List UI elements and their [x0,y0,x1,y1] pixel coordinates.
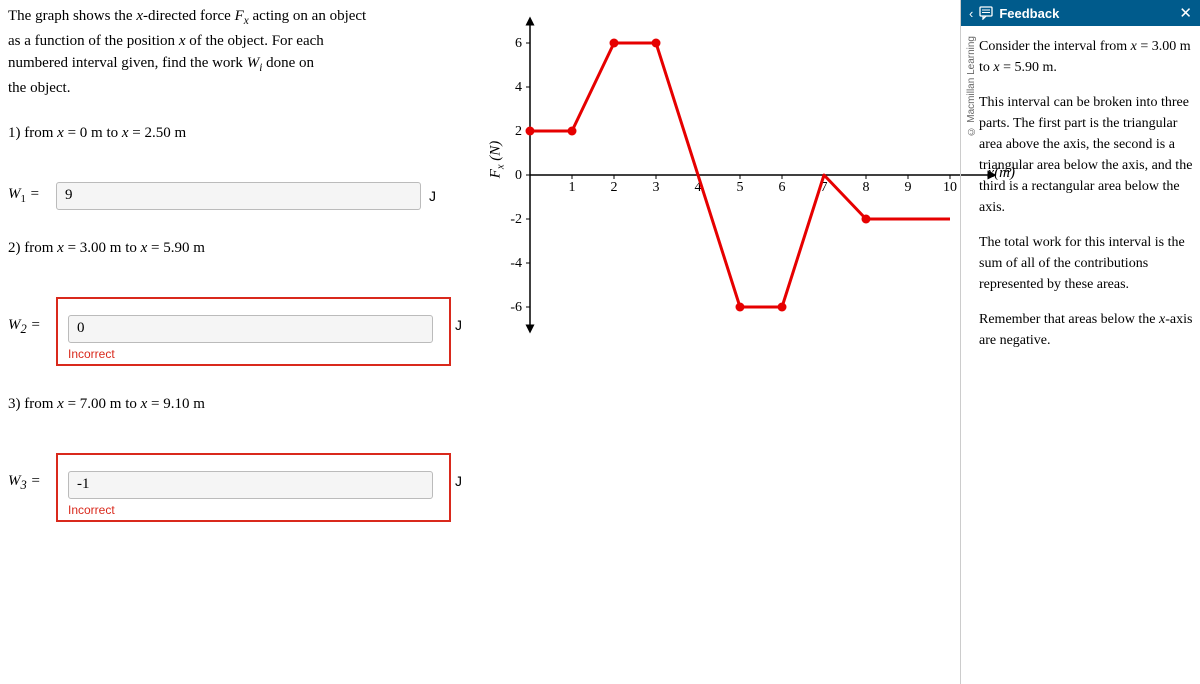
incorrect-box-3: Incorrect [56,453,451,522]
intro-text: -directed force [143,8,235,24]
answer-row-2: W2 = Incorrect J [8,297,458,366]
var-Fx: Fx [235,8,249,24]
w3-label: W3 = [8,473,41,493]
question-panel: The graph shows the x-directed force Fx … [8,5,458,542]
svg-text:10: 10 [943,180,957,195]
var-Wi: Wi [247,55,263,71]
graph-svg: 6420-2-4-612345678910 [480,10,1040,340]
feedback-header: ‹ Feedback ✕ [961,0,1200,26]
feedback-panel: ‹ Feedback ✕ © Macmillan Learning Consid… [960,0,1200,684]
svg-text:5: 5 [737,180,744,195]
feedback-title: Feedback [999,6,1173,21]
feedback-p1: Consider the interval from x = 3.00 m to… [979,36,1194,78]
feedback-icon [979,6,993,20]
var-x: x [136,8,143,24]
answer-row-1: W1 = J [8,182,458,210]
svg-text:2: 2 [611,180,618,195]
interval-3-label: 3) from x = 7.00 m to x = 9.10 m [8,396,458,413]
svg-text:2: 2 [515,124,522,139]
w2-unit: J [455,317,462,333]
svg-text:9: 9 [905,180,912,195]
svg-text:4: 4 [515,80,522,95]
w1-input[interactable] [56,182,421,210]
incorrect-label-2: Incorrect [68,347,439,361]
w3-input[interactable] [68,471,433,499]
w3-unit: J [455,473,462,489]
intro-text: the object. [8,80,70,96]
incorrect-label-3: Incorrect [68,503,439,517]
feedback-p4: Remember that areas below the x-axis are… [979,309,1194,351]
svg-text:8: 8 [863,180,870,195]
svg-text:-6: -6 [510,300,522,315]
feedback-p2: This interval can be broken into three p… [979,92,1194,218]
svg-text:0: 0 [515,168,522,183]
intro-text: as a function of the position [8,33,179,49]
copyright-text: © Macmillan Learning [964,36,979,137]
svg-text:-4: -4 [510,256,522,271]
answer-row-3: W3 = Incorrect J [8,453,458,522]
problem-intro: The graph shows the x-directed force Fx … [8,5,458,100]
feedback-collapse-icon[interactable]: ‹ [969,6,973,21]
force-position-graph: Fx (N) x(m) 6420-2-4-612345678910 [480,10,1040,340]
w2-label: W2 = [8,317,41,337]
interval-2-label: 2) from x = 3.00 m to x = 5.90 m [8,240,458,257]
feedback-body: © Macmillan Learning Consider the interv… [961,26,1200,375]
svg-text:6: 6 [779,180,786,195]
w1-label: W1 = [8,186,48,205]
incorrect-box-2: Incorrect [56,297,451,366]
intro-text: numbered interval given, find the work [8,55,247,71]
w1-unit: J [429,188,436,204]
intro-text: The graph shows the [8,8,136,24]
svg-text:-2: -2 [510,212,522,227]
w2-input[interactable] [68,315,433,343]
intro-text: acting on an object [249,8,366,24]
svg-text:6: 6 [515,36,522,51]
y-axis-label: Fx (N) [487,141,506,179]
feedback-close-icon[interactable]: ✕ [1179,4,1192,22]
intro-text: done on [262,55,314,71]
svg-text:3: 3 [653,180,660,195]
svg-text:1: 1 [569,180,576,195]
interval-1-label: 1) from x = 0 m to x = 2.50 m [8,125,458,142]
intro-text: of the object. For each [185,33,323,49]
feedback-p3: The total work for this interval is the … [979,232,1194,295]
